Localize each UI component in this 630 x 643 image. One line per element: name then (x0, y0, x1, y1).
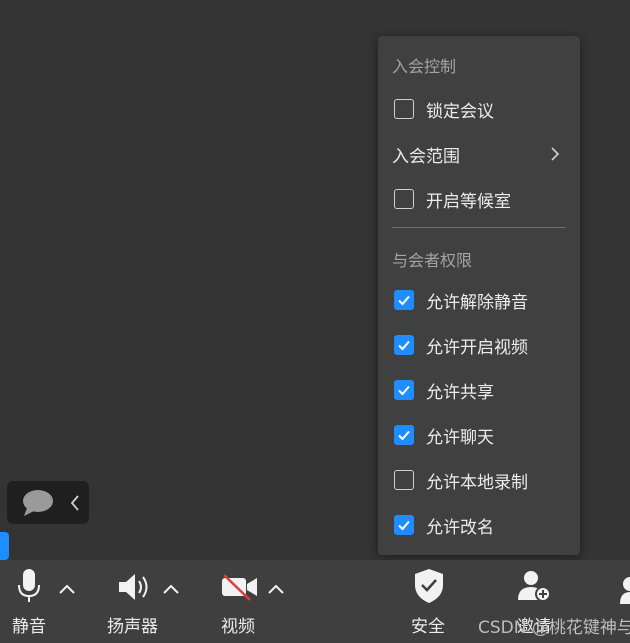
permission-option[interactable]: 允许改名 (378, 507, 580, 543)
security-menu: 入会控制 锁定会议 入会范围 开启等候室 与会者权限 允许解除静音 允许开启视频允… (378, 36, 580, 555)
check-icon (398, 295, 410, 306)
video-off-icon (222, 574, 257, 601)
lock-meeting-label: 锁定会议 (426, 101, 494, 122)
permission-label: 允许改名 (426, 517, 494, 538)
speaker-label: 扬声器 (107, 617, 158, 637)
permission-checkbox[interactable] (394, 515, 414, 535)
permission-option[interactable]: 允许聊天 (378, 417, 580, 453)
security-label: 安全 (411, 617, 445, 637)
join-scope-item[interactable]: 入会范围 (378, 136, 580, 172)
speaker-icon (119, 574, 148, 600)
chevron-up-icon[interactable] (268, 584, 284, 594)
shield-icon (415, 569, 443, 603)
permission-option[interactable]: 允许共享 (378, 372, 580, 408)
section-title-participant-permissions: 与会者权限 (392, 251, 473, 270)
chevron-right-icon (551, 147, 560, 161)
chevron-up-icon[interactable] (59, 584, 75, 594)
chevron-left-icon (70, 495, 79, 511)
lock-meeting-option[interactable]: 锁定会议 (378, 91, 580, 127)
permission-checkbox[interactable] (394, 425, 414, 445)
permission-label: 允许共享 (426, 382, 494, 403)
permission-label: 允许开启视频 (426, 337, 528, 358)
section-title-join-control: 入会控制 (392, 57, 457, 76)
permission-label: 允许本地录制 (426, 472, 528, 493)
check-icon (398, 385, 410, 396)
speaker-button[interactable]: 扬声器 (100, 560, 200, 643)
permission-label: 允许聊天 (426, 427, 494, 448)
menu-divider (392, 227, 566, 228)
check-icon (398, 520, 410, 531)
add-user-icon (518, 571, 551, 602)
waiting-room-checkbox[interactable] (394, 189, 414, 209)
microphone-icon (18, 569, 40, 602)
permission-checkbox[interactable] (394, 380, 414, 400)
permission-checkbox[interactable] (394, 470, 414, 490)
video-label: 视频 (221, 617, 255, 637)
permission-option[interactable]: 允许本地录制 (378, 462, 580, 498)
security-button[interactable]: 安全 (400, 560, 460, 643)
side-handle[interactable] (0, 532, 9, 560)
chat-bubble-widget[interactable] (7, 481, 89, 524)
video-button[interactable]: 视频 (210, 560, 300, 643)
chevron-up-icon[interactable] (163, 584, 179, 594)
check-icon (398, 340, 410, 351)
permission-label: 允许解除静音 (426, 292, 528, 313)
permission-checkbox[interactable] (394, 290, 414, 310)
mute-button[interactable]: 静音 (0, 560, 90, 643)
watermark-text: CSDN @桃花键神与 (478, 618, 630, 638)
lock-meeting-checkbox[interactable] (394, 99, 414, 119)
waiting-room-label: 开启等候室 (426, 191, 511, 212)
mute-label: 静音 (12, 617, 46, 637)
waiting-room-option[interactable]: 开启等候室 (378, 181, 580, 217)
permission-option[interactable]: 允许解除静音 (378, 282, 580, 318)
participants-icon[interactable] (620, 574, 630, 604)
permission-checkbox[interactable] (394, 335, 414, 355)
check-icon (398, 430, 410, 441)
permission-option[interactable]: 允许开启视频 (378, 327, 580, 363)
join-scope-label: 入会范围 (392, 146, 460, 167)
chat-bubble-icon (23, 490, 53, 516)
